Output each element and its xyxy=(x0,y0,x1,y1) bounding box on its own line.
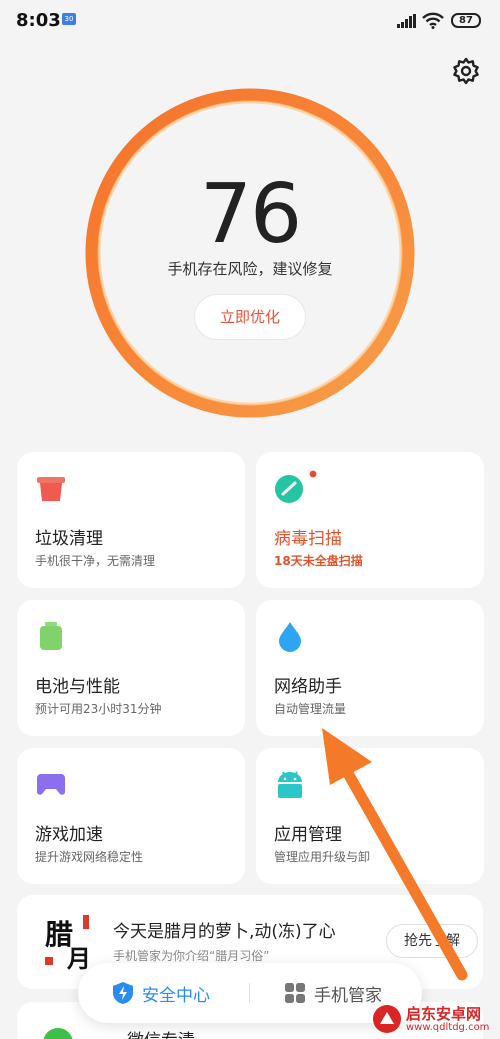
card-network-assistant[interactable]: 网络助手 自动管理流量 xyxy=(256,600,484,736)
card-title: 应用管理 xyxy=(274,825,342,845)
news-subtitle: 手机管家为你介绍“腊月习俗” xyxy=(113,949,270,963)
grid-icon xyxy=(285,983,305,1003)
card-title: 游戏加速 xyxy=(35,825,103,845)
signal-icon xyxy=(397,14,416,28)
card-title: 电池与性能 xyxy=(35,677,120,697)
card-game-boost[interactable]: 游戏加速 提升游戏网络稳定性 xyxy=(17,748,245,884)
security-score: 76 xyxy=(199,167,302,262)
battery-icon xyxy=(40,622,62,650)
status-bar: 8:03 30 87 xyxy=(0,0,500,44)
site-watermark: 启东安卓网 www.qdltdg.com xyxy=(370,1000,500,1039)
battery-indicator: 87 xyxy=(451,13,481,28)
gamepad-icon xyxy=(37,774,65,795)
gear-icon[interactable] xyxy=(451,56,481,86)
seal-icon xyxy=(83,915,89,929)
card-subtitle: 预计可用23小时31分钟 xyxy=(35,702,162,716)
card-subtitle: 管理应用升级与卸 xyxy=(274,850,371,864)
water-drop-icon xyxy=(279,622,301,652)
shield-icon xyxy=(113,982,133,1004)
tab-phone-manager[interactable]: 手机管家 xyxy=(284,980,382,1006)
thumb-char-bottom: 月 xyxy=(67,944,91,973)
card-junk-cleanup[interactable]: 垃圾清理 手机很干净，无需清理 xyxy=(17,452,245,588)
card-subtitle: 18天未全盘扫描 xyxy=(274,554,363,568)
card-title: 病毒扫描 xyxy=(274,529,342,549)
seal-icon xyxy=(45,957,53,965)
news-headline: 今天是腊月的萝卜,动(冻)了心 xyxy=(113,922,336,942)
trash-bin-icon xyxy=(37,477,65,501)
tab-label: 安全中心 xyxy=(142,985,210,1006)
learn-more-button[interactable]: 抢先了解 xyxy=(386,924,478,958)
notification-icon: 30 xyxy=(62,13,76,25)
divider xyxy=(249,983,250,1003)
card-subtitle: 自动管理流量 xyxy=(274,702,347,716)
card-battery-performance[interactable]: 电池与性能 预计可用23小时31分钟 xyxy=(17,600,245,736)
optimize-button[interactable]: 立即优化 xyxy=(194,294,306,340)
card-virus-scan[interactable]: 病毒扫描 18天未全盘扫描 xyxy=(256,452,484,588)
card-title: 网络助手 xyxy=(274,677,342,697)
card-title: 垃圾清理 xyxy=(35,529,103,549)
watermark-url: www.qdltdg.com xyxy=(406,1022,490,1033)
alert-dot-icon xyxy=(309,470,317,478)
scan-icon xyxy=(275,470,317,503)
card-title: 微信专清 xyxy=(127,1026,195,1039)
card-subtitle: 提升游戏网络稳定性 xyxy=(35,850,144,864)
logo-icon xyxy=(373,1005,401,1033)
score-description: 手机存在风险，建议修复 xyxy=(167,260,333,278)
android-icon xyxy=(278,771,302,798)
watermark-name: 启东安卓网 xyxy=(406,1005,482,1023)
card-app-management[interactable]: 应用管理 管理应用升级与卸 xyxy=(256,748,484,884)
wechat-icon xyxy=(43,1028,73,1039)
news-thumbnail: 腊 月 xyxy=(39,913,99,973)
clock: 8:03 xyxy=(16,10,61,31)
wifi-icon xyxy=(422,12,444,29)
tab-security-center[interactable]: 安全中心 xyxy=(112,980,210,1006)
card-subtitle: 手机很干净，无需清理 xyxy=(35,554,156,568)
